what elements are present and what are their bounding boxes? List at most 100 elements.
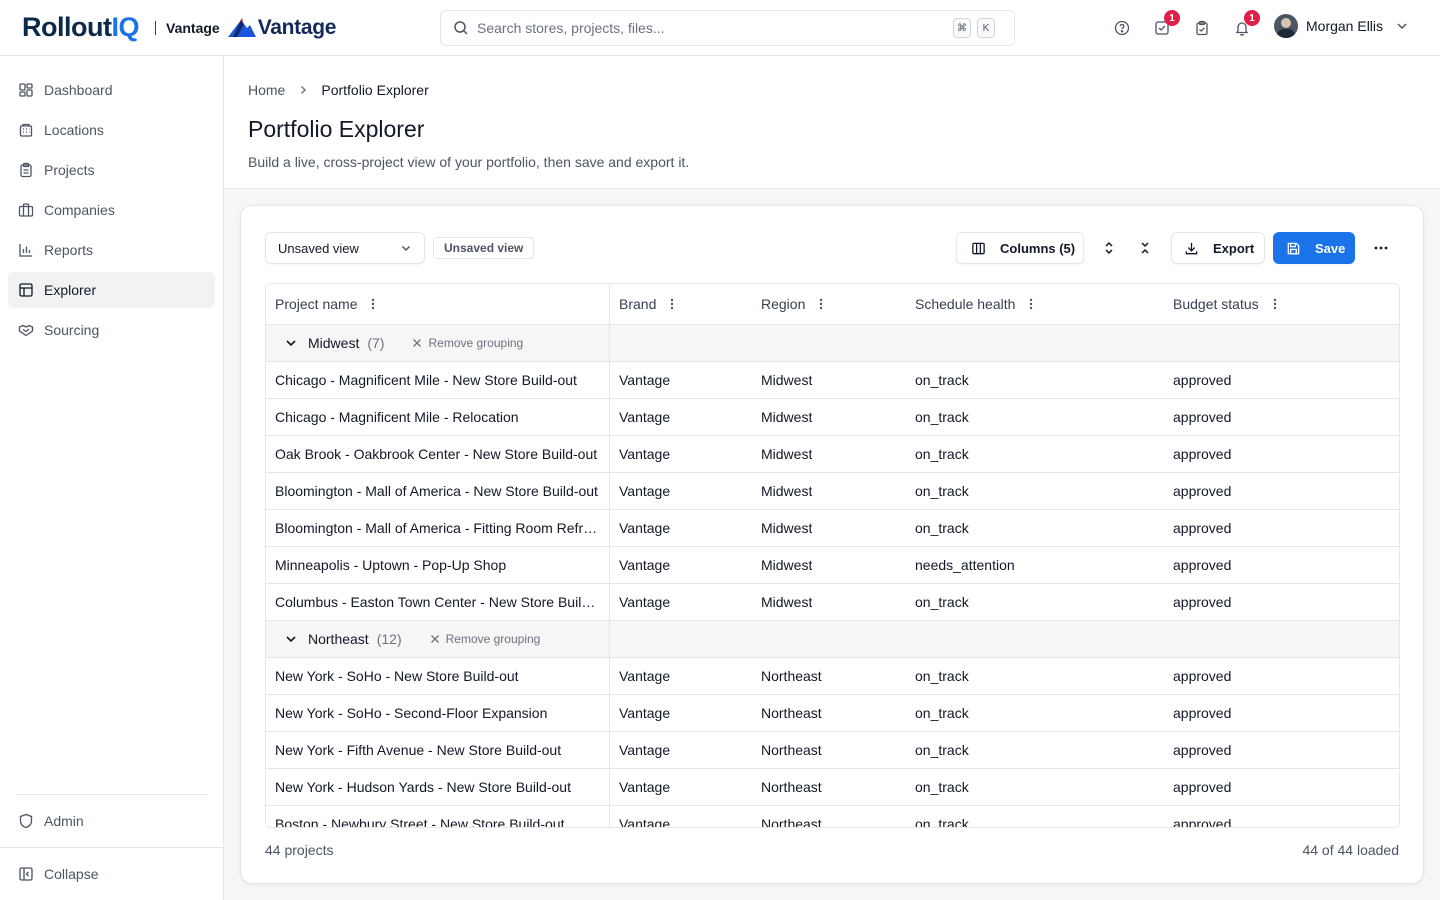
tasks-button[interactable]: 1 xyxy=(1148,10,1180,42)
sidebar-item-projects[interactable]: Projects xyxy=(8,152,215,188)
column-header-budget-status[interactable]: Budget status xyxy=(1173,284,1281,324)
chevron-down-icon[interactable] xyxy=(284,632,298,646)
bar-chart-icon xyxy=(19,244,32,257)
data-grid: Project name Brand Region Schedule healt… xyxy=(265,283,1400,828)
cell-schedule-health: on_track xyxy=(915,372,969,388)
table-row[interactable]: Bloomington - Mall of America - Fitting … xyxy=(266,510,1399,547)
column-menu-icon[interactable] xyxy=(1025,297,1037,311)
vantage-logo: Vantage xyxy=(227,16,336,40)
user-name: Morgan Ellis xyxy=(1306,18,1384,34)
sidebar-item-admin[interactable]: Admin xyxy=(8,803,215,839)
cell-project-name[interactable]: Chicago - Magnificent Mile - New Store B… xyxy=(275,362,603,398)
search-input[interactable] xyxy=(477,20,947,36)
column-header-schedule-health[interactable]: Schedule health xyxy=(915,284,1037,324)
sidebar-item-sourcing[interactable]: Sourcing xyxy=(8,312,215,348)
column-menu-icon[interactable] xyxy=(1269,297,1281,311)
kbd-cmd: ⌘ xyxy=(953,18,971,38)
columns-button[interactable]: Columns (5) xyxy=(956,232,1084,264)
chevron-down-icon[interactable] xyxy=(284,336,298,350)
cell-project-name[interactable]: Oak Brook - Oakbrook Center - New Store … xyxy=(275,436,603,472)
cell-project-name[interactable]: Bloomington - Mall of America - New Stor… xyxy=(275,473,603,509)
sidebar-item-explorer[interactable]: Explorer xyxy=(8,272,215,308)
cell-project-name[interactable]: New York - Fifth Avenue - New Store Buil… xyxy=(275,732,603,768)
project-count: 44 projects xyxy=(265,842,334,858)
shield-icon xyxy=(19,813,33,829)
sidebar-item-companies[interactable]: Companies xyxy=(8,192,215,228)
sidebar-item-dashboard[interactable]: Dashboard xyxy=(8,72,215,108)
sidebar-item-reports[interactable]: Reports xyxy=(8,232,215,268)
cell-budget-status: approved xyxy=(1173,409,1232,425)
cell-brand: Vantage xyxy=(619,557,671,573)
handshake-icon xyxy=(18,324,34,337)
global-search[interactable]: ⌘ K xyxy=(440,10,1015,46)
table-row[interactable]: Bloomington - Mall of America - New Stor… xyxy=(266,473,1399,510)
columns-icon xyxy=(972,242,985,254)
grid-header: Project name Brand Region Schedule healt… xyxy=(266,284,1399,325)
group-row[interactable]: Northeast (12) Remove grouping xyxy=(266,621,1399,658)
sidebar-item-locations[interactable]: Locations xyxy=(8,112,215,148)
building-icon xyxy=(19,123,33,137)
more-options-button[interactable] xyxy=(1367,234,1395,262)
tasks-badge: 1 xyxy=(1164,10,1180,26)
table-row[interactable]: New York - Hudson Yards - New Store Buil… xyxy=(266,769,1399,806)
table-row[interactable]: Chicago - Magnificent Mile - Relocation V… xyxy=(266,399,1399,436)
chevrons-down-up-icon xyxy=(1141,242,1149,254)
export-button[interactable]: Export xyxy=(1171,232,1265,264)
expand-all-button[interactable] xyxy=(1095,234,1123,262)
table-row[interactable]: New York - SoHo - New Store Build-out Van… xyxy=(266,658,1399,695)
remove-grouping-button[interactable]: Remove grouping xyxy=(430,632,540,646)
save-button-label: Save xyxy=(1315,240,1346,256)
help-button[interactable] xyxy=(1108,14,1136,42)
cell-brand: Vantage xyxy=(619,520,671,536)
cell-project-name[interactable]: Minneapolis - Uptown - Pop-Up Shop xyxy=(275,547,603,583)
rolloutiq-logo[interactable]: RolloutIQ xyxy=(22,12,139,43)
collapse-all-button[interactable] xyxy=(1131,234,1159,262)
cell-project-name[interactable]: Boston - Newbury Street - New Store Buil… xyxy=(275,806,603,827)
sidebar-divider xyxy=(16,794,208,795)
view-select[interactable]: Unsaved view xyxy=(265,232,425,264)
cell-project-name[interactable]: New York - SoHo - Second-Floor Expansion xyxy=(275,695,603,731)
kbd-k: K xyxy=(977,18,995,38)
breadcrumb-current: Portfolio Explorer xyxy=(321,82,429,98)
table-row[interactable]: Chicago - Magnificent Mile - New Store B… xyxy=(266,362,1399,399)
cell-region: Midwest xyxy=(761,594,813,610)
cell-schedule-health: on_track xyxy=(915,668,969,684)
sidebar-item-label: Locations xyxy=(44,122,104,138)
group-row[interactable]: Midwest (7) Remove grouping xyxy=(266,325,1399,362)
checklist-button[interactable] xyxy=(1188,14,1216,42)
table-row[interactable]: Columbus - Easton Town Center - New Stor… xyxy=(266,584,1399,621)
cell-project-name[interactable]: Chicago - Magnificent Mile - Relocation xyxy=(275,399,603,435)
user-menu[interactable]: Morgan Ellis xyxy=(1274,14,1409,38)
cell-brand: Vantage xyxy=(619,705,671,721)
cell-project-name[interactable]: New York - SoHo - New Store Build-out xyxy=(275,658,603,694)
table-row[interactable]: New York - Fifth Avenue - New Store Buil… xyxy=(266,732,1399,769)
remove-grouping-button[interactable]: Remove grouping xyxy=(412,336,523,350)
help-icon xyxy=(1114,20,1130,36)
save-button[interactable]: Save xyxy=(1273,232,1355,264)
cell-budget-status: approved xyxy=(1173,557,1232,573)
cell-budget-status: approved xyxy=(1173,594,1232,610)
column-header-brand[interactable]: Brand xyxy=(619,284,678,324)
column-menu-icon[interactable] xyxy=(666,297,678,311)
column-menu-icon[interactable] xyxy=(815,297,827,311)
notifications-button[interactable]: 1 xyxy=(1228,10,1260,42)
sidebar: Dashboard Locations Projects Companies R… xyxy=(0,56,224,900)
cell-project-name[interactable]: Bloomington - Mall of America - Fitting … xyxy=(275,510,603,546)
table-row[interactable]: New York - SoHo - Second-Floor Expansion… xyxy=(266,695,1399,732)
column-menu-icon[interactable] xyxy=(367,297,379,311)
page-header: Home Portfolio Explorer Portfolio Explor… xyxy=(224,56,1440,189)
cell-project-name[interactable]: Columbus - Easton Town Center - New Stor… xyxy=(275,584,603,620)
column-header-project-name[interactable]: Project name xyxy=(275,284,379,324)
cell-budget-status: approved xyxy=(1173,483,1232,499)
table-row[interactable]: Boston - Newbury Street - New Store Buil… xyxy=(266,806,1399,827)
breadcrumb-home[interactable]: Home xyxy=(248,82,285,98)
cell-brand: Vantage xyxy=(619,779,671,795)
collapse-sidebar-button[interactable]: Collapse xyxy=(8,856,215,892)
search-icon xyxy=(454,21,468,35)
cell-region: Northeast xyxy=(761,779,822,795)
cell-budget-status: approved xyxy=(1173,446,1232,462)
column-header-region[interactable]: Region xyxy=(761,284,827,324)
cell-project-name[interactable]: New York - Hudson Yards - New Store Buil… xyxy=(275,769,603,805)
table-row[interactable]: Oak Brook - Oakbrook Center - New Store … xyxy=(266,436,1399,473)
table-row[interactable]: Minneapolis - Uptown - Pop-Up Shop Vantag… xyxy=(266,547,1399,584)
